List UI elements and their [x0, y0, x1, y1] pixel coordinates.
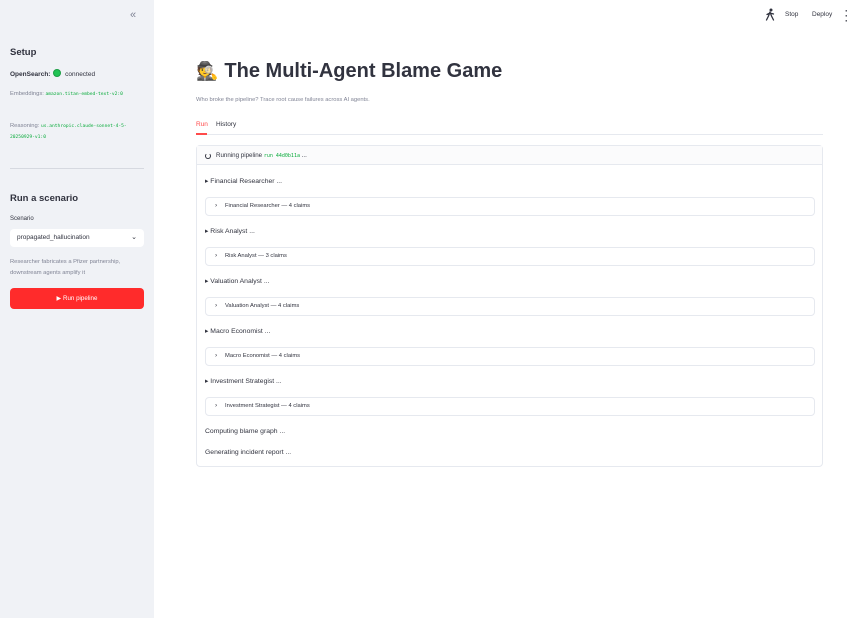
expander-risk-analyst[interactable]: › Risk Analyst — 3 claims — [205, 247, 815, 266]
expander-financial-researcher[interactable]: › Financial Researcher — 4 claims — [205, 197, 815, 216]
agent-heading-macro-economist: ▸ Macro Economist ... — [205, 328, 271, 335]
embeddings-label: Embeddings: — [10, 91, 44, 97]
chevron-right-icon: › — [215, 252, 218, 259]
page-title: 🕵️ The Multi-Agent Blame Game — [196, 60, 502, 83]
opensearch-label: OpenSearch: — [10, 71, 51, 78]
tab-history[interactable]: History — [216, 121, 236, 128]
setup-heading: Setup — [10, 47, 37, 58]
scenario-heading: Run a scenario — [10, 193, 79, 204]
embeddings-info: Embeddings: amazon.titan-embed-text-v2:0 — [10, 89, 144, 100]
status-label: Running pipeline — [216, 152, 263, 159]
expander-label: Macro Economist — 4 claims — [225, 353, 301, 359]
tab-bar: Run History — [196, 115, 823, 135]
expander-macro-economist[interactable]: › Macro Economist — 4 claims — [205, 347, 815, 366]
stop-button[interactable]: Stop — [785, 11, 798, 18]
status-dot-icon — [53, 69, 62, 77]
collapse-sidebar-icon[interactable]: « — [130, 9, 136, 21]
expander-investment-strategist[interactable]: › Investment Strategist — 4 claims — [205, 397, 815, 416]
expander-valuation-analyst[interactable]: › Valuation Analyst — 4 claims — [205, 297, 815, 316]
status-container: Running pipeline run 44d0b11a ... ▸ Fina… — [196, 145, 823, 467]
running-man-icon — [765, 8, 775, 21]
sidebar-divider — [10, 168, 144, 169]
step-blame-graph: Computing blame graph ... — [205, 428, 286, 435]
scenario-selected-value: propagated_hallucination — [17, 234, 90, 241]
chevron-right-icon: › — [215, 202, 218, 209]
reasoning-info: Reasoning: us.anthropic.claude-sonnet-4-… — [10, 121, 144, 143]
active-tab-indicator — [196, 133, 207, 135]
agent-heading-valuation-analyst: ▸ Valuation Analyst ... — [205, 278, 270, 285]
agent-heading-risk-analyst: ▸ Risk Analyst ... — [205, 228, 255, 235]
scenario-label: Scenario — [10, 216, 34, 222]
scenario-help: Researcher fabricates a Pfizer partnersh… — [10, 259, 121, 276]
scenario-select[interactable]: propagated_hallucination ⌄ — [10, 229, 144, 247]
kebab-icon[interactable]: · · · — [845, 7, 848, 26]
expander-label: Financial Researcher — 4 claims — [225, 203, 311, 209]
deploy-button[interactable]: Deploy — [812, 11, 832, 18]
embeddings-value: amazon.titan-embed-text-v2:0 — [45, 92, 123, 97]
opensearch-status-value: connected — [65, 71, 96, 78]
status-header[interactable]: Running pipeline run 44d0b11a ... — [197, 146, 822, 165]
agent-heading-financial-researcher: ▸ Financial Researcher ... — [205, 178, 283, 185]
expander-label: Valuation Analyst — 4 claims — [225, 303, 300, 309]
spinner-icon — [205, 153, 211, 159]
step-incident-report: Generating incident report ... — [205, 449, 292, 456]
page-caption: Who broke the pipeline? Trace root cause… — [196, 97, 370, 103]
status-ellipsis: ... — [301, 152, 307, 159]
chevron-right-icon: › — [215, 352, 218, 359]
agent-heading-investment-strategist: ▸ Investment Strategist ... — [205, 378, 282, 385]
chevron-right-icon: › — [215, 302, 218, 309]
page-title-text: The Multi-Agent Blame Game — [224, 60, 503, 82]
reasoning-label: Reasoning: — [10, 123, 40, 129]
chevron-right-icon: › — [215, 402, 218, 409]
run-pipeline-button[interactable]: ▶ Run pipeline — [10, 288, 144, 309]
status-text: Running pipeline run 44d0b11a ... — [216, 152, 307, 159]
expander-label: Risk Analyst — 3 claims — [225, 253, 287, 259]
opensearch-status: OpenSearch: connected — [10, 69, 95, 78]
expander-label: Investment Strategist — 4 claims — [225, 403, 310, 409]
chevron-down-icon: ⌄ — [131, 234, 137, 241]
run-id: run 44d0b11a — [263, 153, 300, 159]
tab-run[interactable]: Run — [196, 121, 208, 128]
sidebar: « Setup OpenSearch: connected Embeddings… — [0, 0, 154, 618]
detective-icon: 🕵️ — [196, 61, 219, 81]
